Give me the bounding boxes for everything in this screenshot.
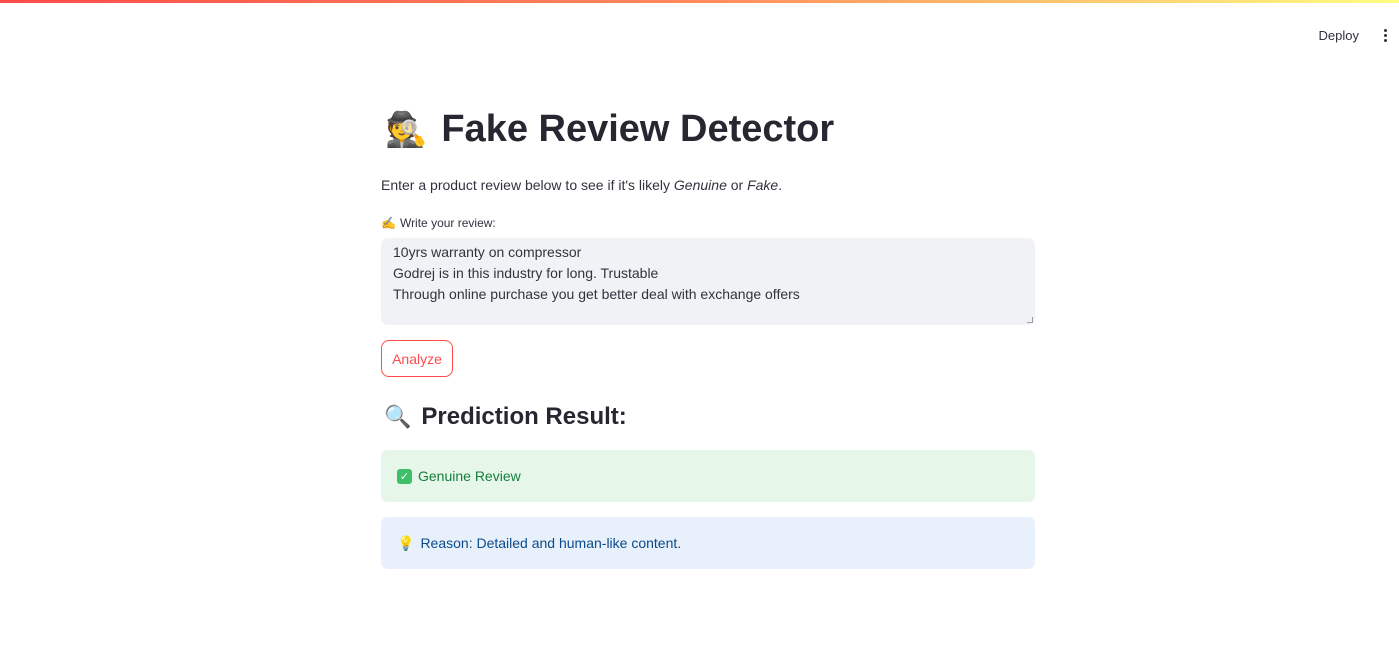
prediction-result-heading: 🔍 Prediction Result: (384, 403, 627, 431)
reason-text: Reason: Detailed and human-like content. (420, 535, 682, 551)
textarea-resize-handle[interactable] (1027, 317, 1033, 323)
prediction-result-heading-text: Prediction Result: (421, 403, 627, 430)
deploy-button[interactable]: Deploy (1319, 28, 1359, 43)
page-description: Enter a product review below to see if i… (381, 177, 783, 193)
top-decoration-bar (0, 0, 1399, 3)
success-alert: ✓ Genuine Review (381, 450, 1035, 502)
writing-hand-icon: ✍️ (381, 216, 396, 230)
genuine-emphasis: Genuine (673, 177, 727, 193)
review-textarea[interactable]: 10yrs warranty on compressor Godrej is i… (381, 238, 1035, 325)
review-line: Godrej is in this industry for long. Tru… (393, 265, 659, 281)
fake-emphasis: Fake (747, 177, 779, 193)
main-menu-icon[interactable] (1377, 22, 1393, 48)
info-alert: 💡 Reason: Detailed and human-like conten… (381, 517, 1035, 569)
detective-icon: 🕵️ (385, 110, 428, 149)
page-title: 🕵️ Fake Review Detector (385, 108, 834, 151)
header-toolbar: Deploy (1319, 22, 1393, 48)
review-line: 10yrs warranty on compressor (393, 244, 582, 260)
magnifier-icon: 🔍 (384, 404, 412, 429)
review-line: Through online purchase you get better d… (393, 286, 800, 302)
review-input-label-text: Write your review: (399, 216, 496, 230)
review-input-label: ✍️ Write your review: (381, 216, 496, 230)
page-title-text: Fake Review Detector (441, 108, 835, 150)
result-label: Genuine Review (418, 468, 521, 484)
check-icon: ✓ (397, 468, 412, 484)
analyze-button[interactable]: Analyze (381, 340, 453, 377)
lightbulb-icon: 💡 (397, 534, 415, 551)
